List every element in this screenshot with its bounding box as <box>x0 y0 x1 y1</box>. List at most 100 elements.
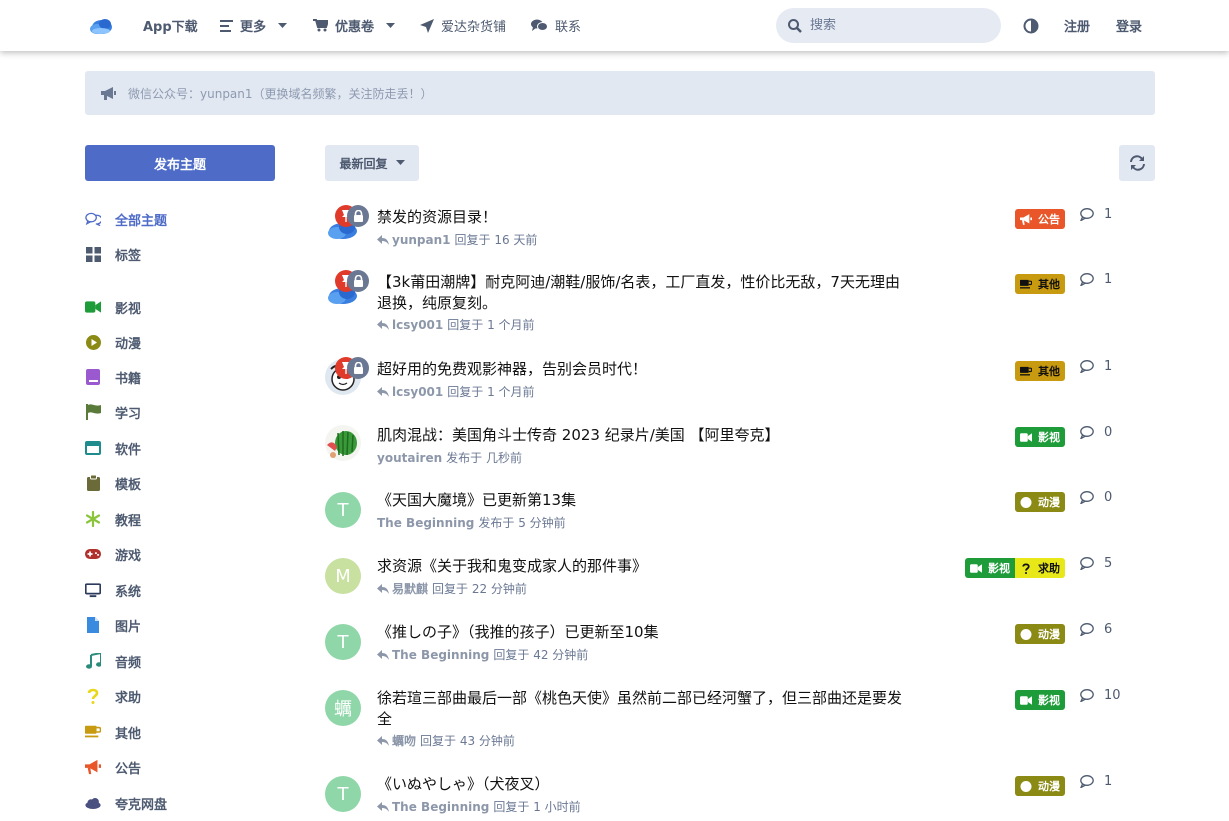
sidebar-item[interactable]: 图片 <box>85 613 141 637</box>
discussion-title[interactable]: 禁发的资源目录！ <box>377 207 907 228</box>
sidebar-item[interactable]: 系统 <box>85 578 141 602</box>
chevron-down-icon <box>395 160 405 165</box>
tag-badge[interactable]: 其他 <box>1015 274 1065 294</box>
reply-count-value: 1 <box>1104 272 1113 287</box>
nav-coupons[interactable]: 优惠卷 <box>313 0 396 51</box>
search-box[interactable] <box>776 8 1001 43</box>
avatar[interactable]: T <box>325 492 361 528</box>
nav-more[interactable]: 更多 <box>220 0 288 51</box>
tag-badge[interactable]: 动漫 <box>1015 624 1065 644</box>
start-discussion-button[interactable]: 发布主题 <box>85 145 275 181</box>
discussion-row[interactable]: T 《いぬやしゃ》（犬夜叉） The Beginning 回复于 1 小时前 动漫 1 <box>325 774 1155 818</box>
tag-label: 求助 <box>1038 562 1060 575</box>
sidebar-item[interactable]: 标签 <box>85 242 141 266</box>
discussion-time: 回复于 16 天前 <box>454 233 538 247</box>
discussion-title[interactable]: 《天国大魔境》已更新第13集 <box>377 490 907 511</box>
nav-grocery-label: 爱达杂货铺 <box>441 20 507 35</box>
discussion-author[interactable]: lcsy001 <box>392 318 443 332</box>
discussion-meta: lcsy001 回复于 1 个月前 <box>377 316 535 333</box>
bullhorn-icon <box>1020 213 1035 225</box>
tag-badge[interactable]: 影视 <box>1015 690 1065 710</box>
sidebar-item[interactable]: 动漫 <box>85 330 141 354</box>
discussion-row[interactable]: 禁发的资源目录！ yunpan1 回复于 16 天前 公告 1 <box>325 205 1155 251</box>
avatar[interactable]: T <box>325 776 361 812</box>
reply-count: 1 <box>1080 774 1112 789</box>
discussion-author[interactable]: 蠣吻 <box>392 732 416 749</box>
tag-badge[interactable]: 动漫 <box>1015 492 1065 512</box>
discussion-tags: 影视 <box>1015 427 1065 447</box>
sidebar-item[interactable]: 游戏 <box>85 542 141 566</box>
register-link[interactable]: 注册 <box>1064 0 1090 51</box>
tag-badge[interactable]: 影视 <box>965 558 1015 578</box>
question-icon <box>1020 562 1035 574</box>
discussion-row[interactable]: 超好用的免费观影神器，告别会员时代！ lcsy001 回复于 1 个月前 其他 1 <box>325 357 1155 403</box>
sort-dropdown[interactable]: 最新回复 <box>325 145 419 181</box>
tag-badge[interactable]: 动漫 <box>1015 776 1065 796</box>
sidebar-item[interactable]: 影视 <box>85 295 141 319</box>
sidebar-item[interactable]: 其他 <box>85 720 141 744</box>
comments-icon <box>85 211 101 227</box>
discussion-author[interactable]: youtairen <box>377 451 442 465</box>
comment-icon <box>1080 623 1094 636</box>
avatar[interactable]: 蠣 <box>325 690 361 726</box>
discussion-title[interactable]: 《推しの子》（我推的孩子）已更新至10集 <box>377 622 907 643</box>
nav-contact[interactable]: 联系 <box>531 0 581 51</box>
discussion-time: 发布于 5 分钟前 <box>478 516 566 530</box>
sidebar-item[interactable]: 音频 <box>85 649 141 673</box>
refresh-button[interactable] <box>1119 145 1155 181</box>
discussion-title[interactable]: 肌肉混战：美国角斗士传奇 2023 纪录片/美国 【阿里夸克】 <box>377 425 907 446</box>
comment-icon <box>1080 426 1094 439</box>
search-input[interactable] <box>810 18 990 33</box>
discussion-title[interactable]: 《いぬやしゃ》（犬夜叉） <box>377 774 907 795</box>
tag-badge[interactable]: 其他 <box>1015 361 1065 381</box>
snowflake-icon <box>85 511 101 527</box>
avatar[interactable] <box>325 425 361 461</box>
dark-mode-toggle-icon[interactable] <box>1023 18 1039 34</box>
clipboard-icon <box>85 475 101 491</box>
video-camera-icon <box>85 299 101 315</box>
discussion-meta: 蠣吻 回复于 43 分钟前 <box>377 732 515 749</box>
video-camera-icon <box>1020 432 1035 443</box>
tag-badge[interactable]: 影视 <box>1015 427 1065 447</box>
nav-grocery[interactable]: 爱达杂货铺 <box>420 0 506 51</box>
discussion-title[interactable]: 求资源《关于我和鬼变成家人的那件事》 <box>377 556 907 577</box>
discussion-author[interactable]: The Beginning <box>392 800 489 814</box>
discussion-author[interactable]: 易默麒 <box>392 580 428 597</box>
discussion-meta: yunpan1 回复于 16 天前 <box>377 231 537 248</box>
reply-count: 1 <box>1080 359 1112 374</box>
discussion-row[interactable]: 蠣徐若瑄三部曲最后一部《桃色天使》虽然前二部已经河蟹了，但三部曲还是要发全蠣吻回… <box>325 688 1155 752</box>
tag-badge[interactable]: 求助 <box>1015 558 1065 578</box>
login-link[interactable]: 登录 <box>1116 0 1142 51</box>
discussion-tags: 动漫 <box>1015 492 1065 512</box>
discussion-author[interactable]: The Beginning <box>377 516 474 530</box>
discussion-title[interactable]: 【3k莆田潮牌】耐克阿迪/潮鞋/服饰/名表，工厂直发，性价比无敌，7天无理由退换… <box>377 272 907 314</box>
discussion-author[interactable]: The Beginning <box>392 648 489 662</box>
tag-badge[interactable]: 公告 <box>1015 209 1065 229</box>
discussion-author[interactable]: yunpan1 <box>392 233 451 247</box>
discussion-author[interactable]: lcsy001 <box>392 385 443 399</box>
avatar[interactable]: M <box>325 558 361 594</box>
discussion-tags: 影视 求助 <box>965 558 1065 578</box>
discussion-row[interactable]: M 求资源《关于我和鬼变成家人的那件事》 易默麒 回复于 22 分钟前 影视 求助 5 <box>325 556 1155 600</box>
chevron-down-icon <box>386 22 396 28</box>
nav-app-download[interactable]: App下载 <box>143 0 198 51</box>
sidebar-item[interactable]: 全部主题 <box>85 207 167 231</box>
tag-label: 动漫 <box>1038 628 1060 641</box>
sidebar-item[interactable]: 模板 <box>85 471 141 495</box>
sidebar-item[interactable]: 公告 <box>85 755 141 779</box>
sidebar-item[interactable]: 书籍 <box>85 365 141 389</box>
avatar[interactable]: T <box>325 624 361 660</box>
discussion-row[interactable]: T 《天国大魔境》已更新第13集 The Beginning 发布于 5 分钟前 动漫 0 <box>325 490 1155 534</box>
site-logo-icon[interactable] <box>88 14 114 38</box>
sidebar-item[interactable]: 夸克网盘 <box>85 791 167 815</box>
discussion-row[interactable]: 肌肉混战：美国角斗士传奇 2023 纪录片/美国 【阿里夸克】 youtairen… <box>325 425 1155 469</box>
sidebar-item[interactable]: 教程 <box>85 507 141 531</box>
discussion-title[interactable]: 徐若瑄三部曲最后一部《桃色天使》虽然前二部已经河蟹了，但三部曲还是要发全 <box>377 688 907 730</box>
sidebar-item[interactable]: 求助 <box>85 684 141 708</box>
sidebar-item[interactable]: 学习 <box>85 400 141 424</box>
sidebar-item[interactable]: 软件 <box>85 436 141 460</box>
discussion-row[interactable]: T 《推しの子》（我推的孩子）已更新至10集 The Beginning 回复于 42… <box>325 622 1155 666</box>
discussion-row[interactable]: 【3k莆田潮牌】耐克阿迪/潮鞋/服饰/名表，工厂直发，性价比无敌，7天无理由退换… <box>325 270 1155 336</box>
sidebar-item-label: 标签 <box>115 248 142 264</box>
discussion-title[interactable]: 超好用的免费观影神器，告别会员时代！ <box>377 359 907 380</box>
